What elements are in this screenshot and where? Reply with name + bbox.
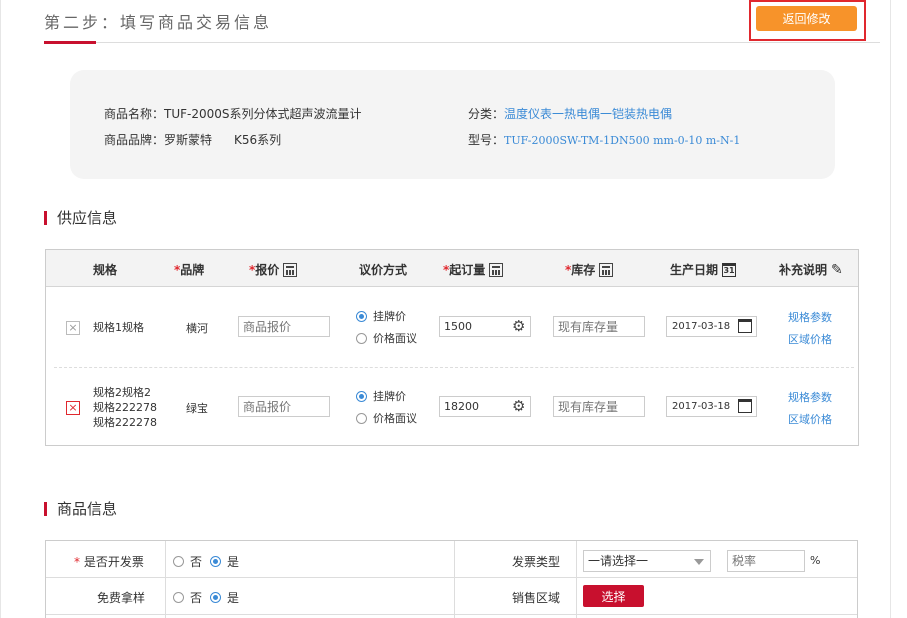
spec-cell: 规格1规格 bbox=[93, 321, 144, 334]
spec-cell: 规格2规格2 规格222278 规格222278 bbox=[93, 386, 157, 429]
edit-icon: ✎ bbox=[831, 261, 843, 278]
brand-cell: 横河 bbox=[186, 322, 208, 335]
radio-no[interactable] bbox=[173, 556, 184, 567]
sales-region-label: 销售区域 bbox=[512, 591, 561, 605]
col-negotiation: 议价方式 bbox=[359, 263, 408, 277]
product-summary-card: 商品名称：TUF-2000S系列分体式超声波流量计 商品品牌：罗斯蒙特 K56系列… bbox=[70, 70, 835, 179]
spec-params-link[interactable]: 规格参数 bbox=[788, 389, 832, 405]
calendar-icon[interactable] bbox=[738, 399, 752, 413]
calendar-icon[interactable] bbox=[738, 319, 752, 333]
col-divider bbox=[454, 541, 455, 618]
stock-input[interactable] bbox=[553, 396, 645, 417]
product-brand-value: 罗斯蒙特 bbox=[164, 133, 213, 147]
supply-row: × 规格2规格2 规格222278 规格222278 绿宝 挂牌价 价格面议 ⚙… bbox=[46, 368, 858, 446]
product-name-label: 商品名称： bbox=[104, 107, 165, 121]
col-price: * 报价 bbox=[249, 261, 298, 278]
radio-negotiable[interactable]: 价格面议 bbox=[356, 410, 417, 426]
back-to-edit-button[interactable]: 返回修改 bbox=[756, 6, 857, 31]
calculator-icon bbox=[283, 262, 298, 277]
product-section-label: 商品信息 bbox=[57, 500, 118, 518]
radio-unchecked[interactable] bbox=[356, 332, 367, 344]
product-name-value: TUF-2000S系列分体式超声波流量计 bbox=[164, 107, 362, 121]
section-accent-bar bbox=[44, 501, 47, 516]
tax-rate-input[interactable] bbox=[727, 550, 805, 572]
supply-section-label: 供应信息 bbox=[57, 209, 118, 227]
col-production-date: 生产日期 31 bbox=[670, 262, 737, 277]
free-sample-label: 免费拿样 bbox=[97, 591, 146, 605]
production-date-picker[interactable]: 2017-03-18 bbox=[666, 316, 757, 337]
radio-checked[interactable] bbox=[356, 390, 367, 402]
delete-row-icon[interactable]: × bbox=[66, 401, 80, 415]
radio-no[interactable] bbox=[173, 592, 184, 603]
col-brand: * 品牌 bbox=[174, 262, 205, 278]
product-brand-label: 商品品牌： bbox=[104, 133, 165, 147]
col-divider bbox=[576, 541, 577, 618]
col-remarks: 补充说明 ✎ bbox=[779, 261, 843, 278]
radio-negotiable[interactable]: 价格面议 bbox=[356, 330, 417, 346]
model-row: 型号：TUF-2000SW-TM-1DN500 mm-0-10 m-N-1 bbox=[468, 131, 740, 148]
invoice-label: * 是否开发票 bbox=[74, 555, 144, 569]
region-price-link[interactable]: 区域价格 bbox=[788, 331, 832, 347]
supply-section-title: 供应信息 bbox=[44, 207, 117, 228]
left-border bbox=[0, 0, 1, 618]
radio-yes[interactable] bbox=[210, 592, 222, 603]
radio-checked[interactable] bbox=[356, 310, 367, 322]
stock-input[interactable] bbox=[553, 316, 645, 337]
invoice-type-select[interactable]: 一请选择一 bbox=[583, 550, 711, 572]
step-title: 第二步：填写商品交易信息 bbox=[44, 13, 273, 32]
col-moq: * 起订量 bbox=[443, 261, 504, 278]
gear-icon[interactable]: ⚙ bbox=[512, 318, 525, 334]
region-price-link[interactable]: 区域价格 bbox=[788, 411, 832, 427]
category-link[interactable]: 温度仪表一热电偶一铠装热电偶 bbox=[504, 107, 672, 121]
supply-table-header: 规格 * 品牌 * 报价 议价方式 * 起订量 * 库存 生产日期 31 补充说明 ✎ bbox=[46, 250, 858, 287]
invoice-type-label: 发票类型 bbox=[512, 555, 561, 569]
brand-cell: 绿宝 bbox=[186, 402, 208, 415]
section-accent-bar bbox=[44, 210, 47, 225]
category-label: 分类： bbox=[468, 107, 505, 121]
page: 第二步：填写商品交易信息 返回修改 商品名称：TUF-2000S系列分体式超声波… bbox=[0, 0, 907, 618]
percent-sign: % bbox=[810, 554, 821, 567]
model-label: 型号： bbox=[468, 133, 505, 147]
col-stock: * 库存 bbox=[565, 261, 614, 278]
chevron-down-icon bbox=[694, 559, 704, 565]
radio-unchecked[interactable] bbox=[356, 412, 367, 424]
row-divider bbox=[46, 577, 857, 578]
calendar-icon: 31 bbox=[722, 262, 737, 277]
product-series-value: K56系列 bbox=[234, 133, 282, 147]
right-border bbox=[890, 0, 891, 618]
radio-listed-price[interactable]: 挂牌价 bbox=[356, 308, 406, 324]
calculator-icon bbox=[489, 262, 504, 277]
spec-params-link[interactable]: 规格参数 bbox=[788, 309, 832, 325]
product-info-table: * 是否开发票 否 是 发票类型 一请选择一 % 免费拿样 否 是 销售区域 选… bbox=[45, 540, 858, 618]
category-row: 分类：温度仪表一热电偶一铠装热电偶 bbox=[468, 105, 672, 122]
choose-region-button[interactable]: 选择 bbox=[583, 585, 644, 607]
delete-row-icon[interactable]: × bbox=[66, 321, 80, 335]
product-section-title: 商品信息 bbox=[44, 498, 117, 519]
product-brand-row: 商品品牌：罗斯蒙特 K56系列 bbox=[104, 131, 281, 148]
model-value: TUF-2000SW-TM-1DN500 mm-0-10 m-N-1 bbox=[504, 134, 741, 147]
col-spec: 规格 bbox=[93, 263, 118, 277]
calculator-icon bbox=[599, 262, 614, 277]
row-divider bbox=[46, 614, 857, 615]
col-divider bbox=[165, 541, 166, 618]
supply-table: 规格 * 品牌 * 报价 议价方式 * 起订量 * 库存 生产日期 31 补充说明 ✎ × … bbox=[45, 249, 859, 446]
title-divider bbox=[44, 42, 880, 43]
title-accent-bar bbox=[44, 41, 96, 44]
radio-listed-price[interactable]: 挂牌价 bbox=[356, 388, 406, 404]
radio-yes[interactable] bbox=[210, 556, 222, 567]
supply-row: × 规格1规格 横河 挂牌价 价格面议 ⚙ 2017-03-18 规格参数 区域… bbox=[46, 287, 858, 367]
gear-icon[interactable]: ⚙ bbox=[512, 398, 525, 414]
free-sample-radio-group: 否 是 bbox=[173, 589, 239, 606]
price-input[interactable] bbox=[238, 396, 330, 417]
production-date-picker[interactable]: 2017-03-18 bbox=[666, 396, 757, 417]
invoice-radio-group: 否 是 bbox=[173, 553, 239, 570]
product-name-row: 商品名称：TUF-2000S系列分体式超声波流量计 bbox=[104, 105, 362, 122]
price-input[interactable] bbox=[238, 316, 330, 337]
